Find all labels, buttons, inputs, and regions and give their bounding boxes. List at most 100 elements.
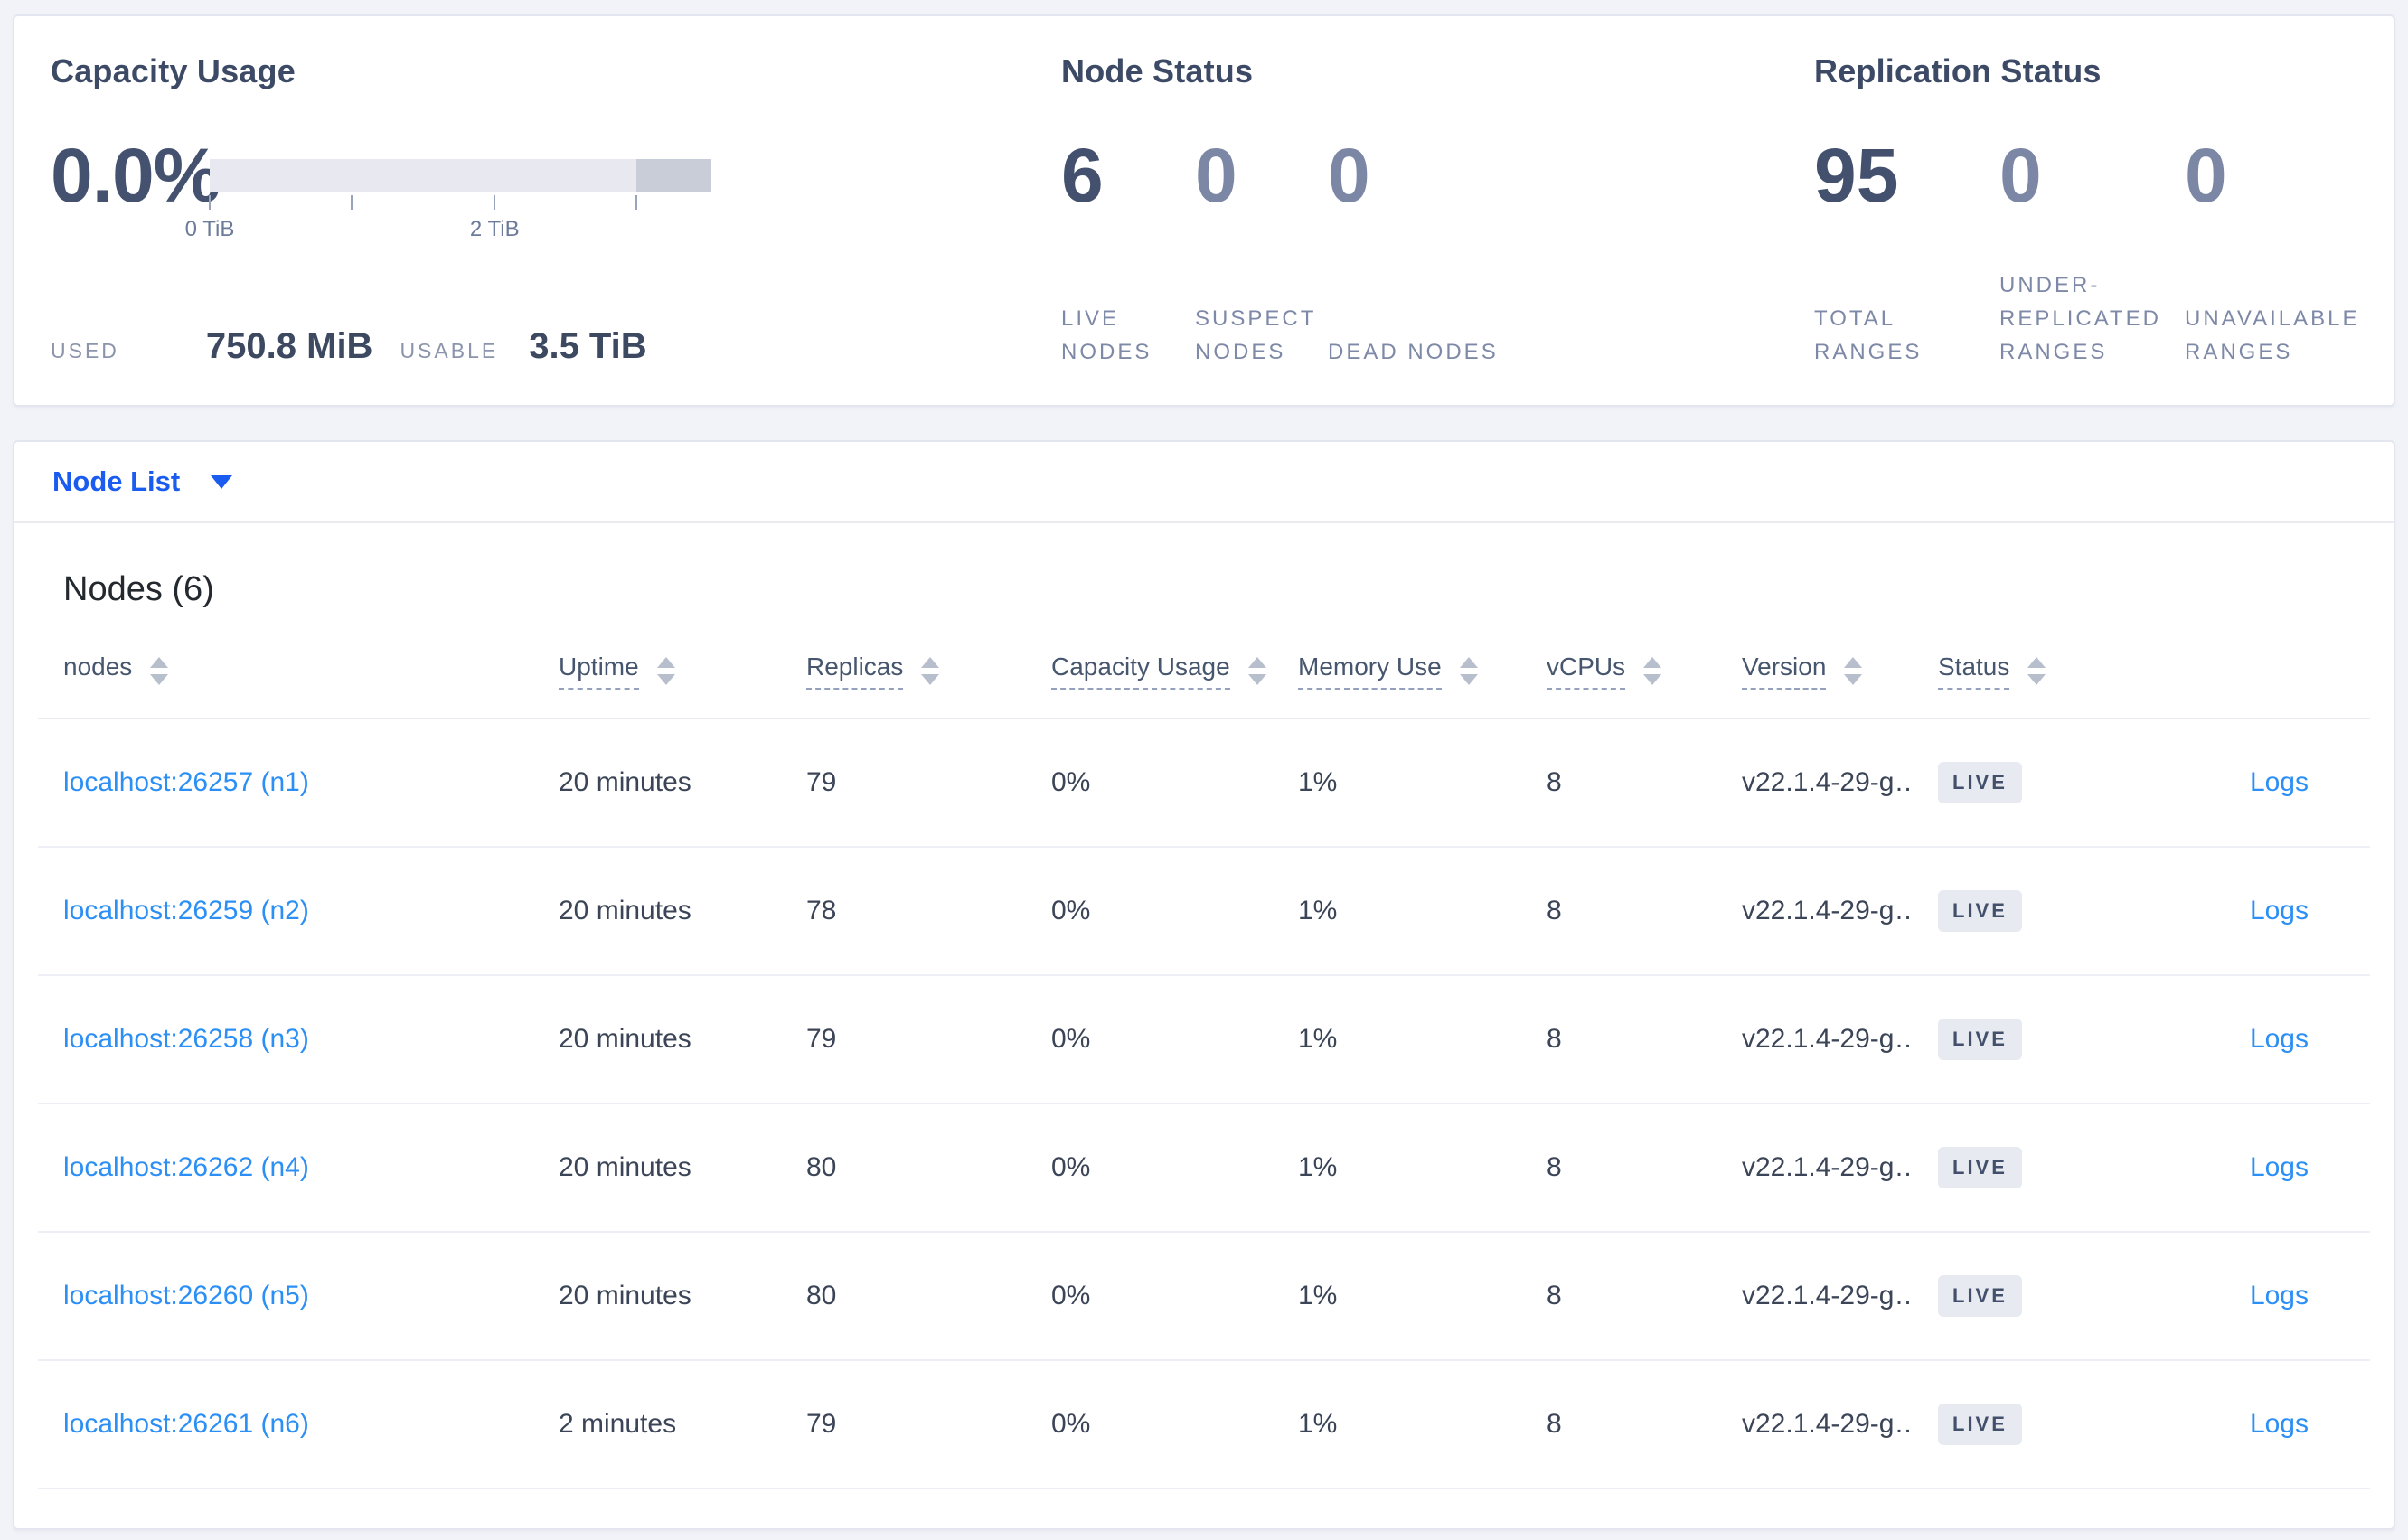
node-link[interactable]: localhost:26257 (n1) <box>38 767 533 798</box>
stat-label: TOTAL RANGES <box>1814 306 1923 364</box>
logs-cell: Logs <box>2130 1024 2370 1055</box>
version-cell: v22.1.4-29-g… <box>1742 1152 1913 1182</box>
memory-use-cell: 1% <box>1298 1152 1338 1182</box>
status-cell: LIVE <box>1913 1147 2130 1188</box>
stat-value: 0 <box>1195 133 1237 218</box>
status-badge: LIVE <box>1938 1147 2022 1188</box>
version-cell: v22.1.4-29-g… <box>1742 896 1913 925</box>
usable-label: USABLE <box>400 339 499 362</box>
uptime-cell: 20 minutes <box>559 1024 691 1054</box>
capacity-used-usable-row: USED 750.8 MiB USABLE 3.5 TiB <box>51 326 647 367</box>
sort-up-icon <box>921 656 940 668</box>
status-cell: LIVE <box>1913 1404 2130 1445</box>
node-list-dropdown-label: Node List <box>52 465 181 497</box>
node-list-card: Node List Nodes (6) nodes Uptime Replica… <box>13 440 2395 1530</box>
node-link[interactable]: localhost:26262 (n4) <box>38 1152 533 1183</box>
column-header[interactable]: Memory Use <box>1273 653 1521 690</box>
node-status-title: Node Status <box>1061 52 1254 89</box>
logs-link[interactable]: Logs <box>2250 896 2309 925</box>
status-cell: LIVE <box>1913 890 2130 932</box>
column-header-label: Uptime <box>559 653 639 690</box>
capacity-usage-cell: 0% <box>1051 767 1091 797</box>
table-row: localhost:26262 (n4) 20 minutes 80 0% 1%… <box>38 1104 2370 1233</box>
column-header[interactable]: Version <box>1717 653 1913 690</box>
logs-cell: Logs <box>2130 896 2370 926</box>
node-link[interactable]: localhost:26261 (n6) <box>38 1409 533 1440</box>
version-cell: v22.1.4-29-g… <box>1742 767 1913 797</box>
status-cell: LIVE <box>1913 762 2130 803</box>
vcpus-cell: 8 <box>1547 1281 1562 1310</box>
column-header[interactable]: Status <box>1913 653 2130 690</box>
node-list-body: Nodes (6) nodes Uptime Replicas Capacity… <box>14 570 2394 1489</box>
table-row: localhost:26260 (n5) 20 minutes 80 0% 1%… <box>38 1233 2370 1361</box>
capacity-usage-chart: 0.0% 0 TiB 2 TiB <box>51 123 711 241</box>
capacity-axis: 0 TiB 2 TiB <box>185 195 711 249</box>
column-header-label: vCPUs <box>1547 653 1626 690</box>
column-header-label: Version <box>1742 653 1827 690</box>
node-list-dropdown[interactable]: Node List <box>14 442 2394 523</box>
uptime-cell: 20 minutes <box>559 767 691 797</box>
axis-tick-label: 0 TiB <box>184 217 235 241</box>
column-header-label: Replicas <box>806 653 904 690</box>
axis-tick-mark <box>351 195 353 210</box>
column-header[interactable]: vCPUs <box>1521 653 1717 690</box>
memory-use-cell: 1% <box>1298 896 1338 925</box>
stat-value: 0 <box>1999 133 2042 218</box>
sort-down-icon <box>1643 673 1662 685</box>
table-row: localhost:26261 (n6) 2 minutes 79 0% 1% … <box>38 1361 2370 1489</box>
column-header[interactable] <box>2130 667 2370 675</box>
capacity-usage-cell: 0% <box>1051 1152 1091 1182</box>
memory-use-cell: 1% <box>1298 1024 1338 1054</box>
stat-label: SUSPECT NODES <box>1195 306 1316 364</box>
memory-use-cell: 1% <box>1298 1409 1338 1439</box>
sort-down-icon <box>2027 673 2046 685</box>
logs-link[interactable]: Logs <box>2250 1024 2309 1054</box>
logs-link[interactable]: Logs <box>2250 1281 2309 1310</box>
replication-status-panel: Replication Status 95 TOTAL RANGES 0 UND… <box>1814 16 2394 405</box>
column-header[interactable]: nodes <box>38 653 533 690</box>
node-link[interactable]: localhost:26259 (n2) <box>38 896 533 926</box>
stat-label: UNDER-REPLICATED RANGES <box>1999 273 2161 364</box>
version-cell: v22.1.4-29-g… <box>1742 1281 1913 1310</box>
axis-tick-label: 2 TiB <box>469 217 520 241</box>
capacity-usage-panel: Capacity Usage 0.0% 0 TiB 2 TiB USED 750… <box>51 16 1061 405</box>
logs-link[interactable]: Logs <box>2250 1152 2309 1182</box>
logs-link[interactable]: Logs <box>2250 1409 2309 1439</box>
version-cell: v22.1.4-29-g… <box>1742 1024 1913 1054</box>
column-header-label: Status <box>1938 653 2010 690</box>
vcpus-cell: 8 <box>1547 767 1562 797</box>
axis-tick-mark <box>209 195 211 210</box>
sort-icon <box>2027 656 2046 685</box>
capacity-usage-cell: 0% <box>1051 1024 1091 1054</box>
node-table-body: localhost:26257 (n1) 20 minutes 79 0% 1%… <box>38 719 2370 1489</box>
column-header-label: Capacity Usage <box>1051 653 1230 690</box>
capacity-usage-cell: 0% <box>1051 1281 1091 1310</box>
sort-up-icon <box>1643 656 1662 668</box>
uptime-cell: 20 minutes <box>559 1152 691 1182</box>
vcpus-cell: 8 <box>1547 1024 1562 1054</box>
capacity-usage-cell: 0% <box>1051 896 1091 925</box>
table-row: localhost:26258 (n3) 20 minutes 79 0% 1%… <box>38 976 2370 1104</box>
sort-up-icon <box>1459 656 1478 668</box>
cluster-summary-card: Capacity Usage 0.0% 0 TiB 2 TiB USED 750… <box>13 14 2395 407</box>
memory-use-cell: 1% <box>1298 767 1338 797</box>
sort-icon <box>1844 656 1863 685</box>
replicas-cell: 80 <box>806 1152 837 1182</box>
sort-up-icon <box>1247 656 1266 668</box>
capacity-percent-value: 0.0% <box>51 132 221 218</box>
column-header[interactable]: Capacity Usage <box>1026 653 1273 690</box>
node-status-panel: Node Status 6 LIVE NODES 0 SUSPECT NODES… <box>1061 16 1814 405</box>
stat-column: 6 LIVE NODES <box>1061 130 1195 369</box>
status-cell: LIVE <box>1913 1019 2130 1060</box>
column-header[interactable]: Replicas <box>781 653 1026 690</box>
logs-link[interactable]: Logs <box>2250 767 2309 797</box>
uptime-cell: 2 minutes <box>559 1409 677 1439</box>
node-link[interactable]: localhost:26258 (n3) <box>38 1024 533 1055</box>
version-cell: v22.1.4-29-g… <box>1742 1409 1913 1439</box>
column-header[interactable]: Uptime <box>533 653 781 690</box>
replicas-cell: 78 <box>806 896 837 925</box>
sort-icon <box>921 656 940 685</box>
sort-up-icon <box>150 656 169 668</box>
node-link[interactable]: localhost:26260 (n5) <box>38 1281 533 1311</box>
logs-cell: Logs <box>2130 1152 2370 1183</box>
